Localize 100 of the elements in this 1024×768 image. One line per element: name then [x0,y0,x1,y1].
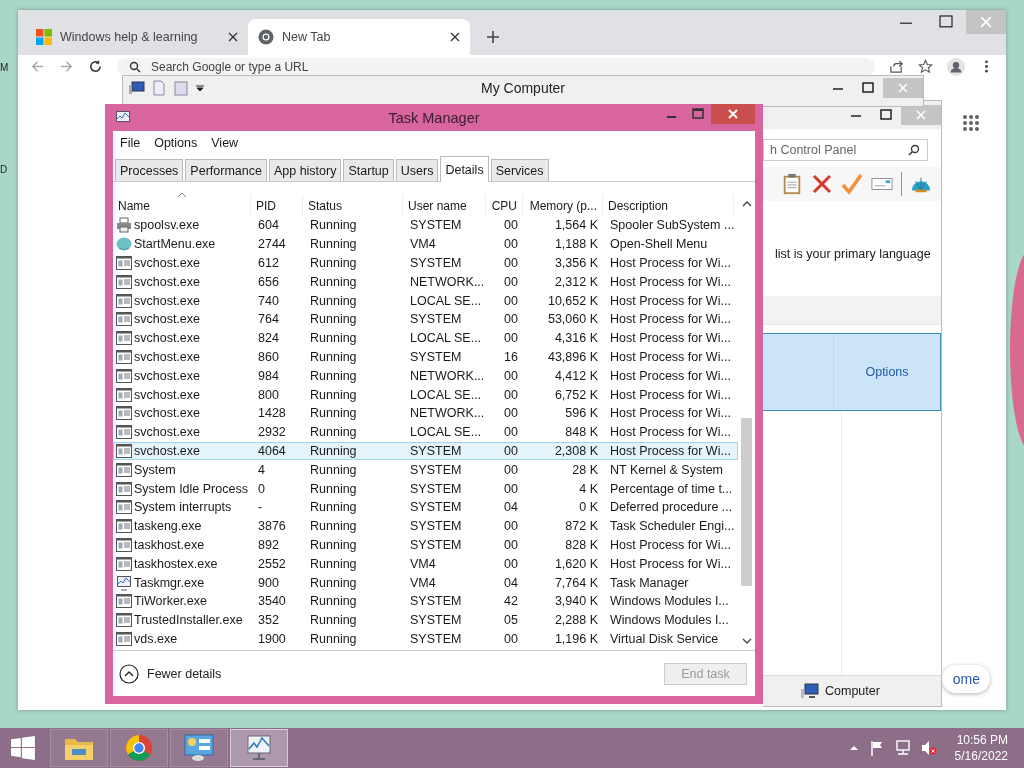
taskbar-button[interactable] [110,729,168,767]
scroll-thumb[interactable] [741,418,752,586]
search-field[interactable]: h Control Panel [763,139,928,161]
customize-button[interactable]: ome [942,665,990,693]
column-header[interactable]: Description [603,195,734,216]
share-icon[interactable] [889,59,904,74]
menu-item[interactable]: View [211,136,239,150]
clock-date[interactable]: 5/16/2022 [954,748,1008,764]
windows-logo-icon[interactable] [10,735,36,761]
process-row[interactable]: svchost.exe 656 Running NETWORK... 00 2,312 K Host Process for Wi... [113,272,738,292]
clock-time[interactable]: 10:56 PM [956,732,1008,748]
table-cell-text: Running [309,274,358,289]
clipboard-icon[interactable] [781,173,803,195]
column-header[interactable]: PID [251,195,303,216]
process-row[interactable]: taskeng.exe 3876 Running SYSTEM 00 872 K Task Scheduler Engi... [113,516,738,536]
table-cell-text: 2,312 K [553,274,599,289]
menu-item[interactable]: File [120,136,141,150]
table-cell-text: Running [309,631,358,646]
process-row[interactable]: StartMenu.exe 2744 Running VM4 00 1,188 K Open-Shell Menu [113,234,738,254]
process-row[interactable]: svchost.exe 612 Running SYSTEM 00 3,356 K Host Process for Wi... [113,253,738,273]
table-cell-text: SYSTEM [409,613,463,628]
column-header[interactable]: User name [403,195,486,216]
volume-muted-icon[interactable] [920,740,937,756]
apps-grid-icon[interactable] [962,114,980,132]
table-cell-text: SYSTEM [409,218,463,233]
tab[interactable]: Users [395,159,439,181]
process-row[interactable]: System Idle Process 0 Running SYSTEM 00 4 K Percentage of time t... [113,479,738,498]
fewer-details-button[interactable]: Fewer details [119,663,222,684]
process-row[interactable]: svchost.exe 4064 Running SYSTEM 00 2,308 K Host Process for Wi... [113,441,738,461]
browser-tab[interactable]: New Tab [248,19,470,55]
computer-icon[interactable] [129,80,145,96]
search-icon [908,144,920,156]
taskbar-button[interactable] [230,729,288,767]
taskbar-button[interactable] [50,729,108,767]
tab[interactable]: Services [490,159,549,181]
profile-icon[interactable] [947,58,965,76]
scroll-down-icon[interactable] [741,637,752,645]
reload-icon[interactable] [88,59,103,74]
process-row[interactable]: System interrupts - Running SYSTEM 04 0 K Deferred procedure ... [113,497,738,517]
checkmark-icon[interactable] [841,173,863,195]
column-header[interactable]: Memory (p... [523,195,603,216]
menu-item[interactable]: Options [154,136,198,150]
caret-icon[interactable] [848,743,859,753]
close-icon[interactable] [450,32,460,42]
table-cell-text: Host Process for Wi... [609,293,732,308]
tab[interactable]: Details [440,156,489,182]
process-row[interactable]: svchost.exe 764 Running SYSTEM 00 53,060 K Host Process for Wi... [113,310,738,329]
scroll-up-icon[interactable] [741,200,752,208]
table-cell-text: 00 [503,293,519,308]
table-cell-text: SYSTEM [409,537,463,552]
column-header[interactable]: Status [303,195,403,216]
window-title: My Computer [481,80,565,96]
table-cell-text: 10,652 K [546,293,599,308]
flag-icon[interactable] [868,740,885,756]
process-row[interactable]: svchost.exe 740 Running LOCAL SE... 00 10,652 K Host Process for Wi... [113,291,738,310]
star-icon[interactable] [918,59,933,74]
process-row[interactable]: svchost.exe 800 Running LOCAL SE... 00 6,752 K Host Process for Wi... [113,385,738,404]
table-cell: taskhostex.exe [134,556,218,571]
table-cell-text: 1,196 K [553,631,599,646]
close-icon[interactable] [228,32,238,42]
process-row[interactable]: taskhost.exe 892 Running SYSTEM 00 828 K Host Process for Wi... [113,535,738,555]
table-cell-text: Virtual Disk Service [609,631,720,646]
table-cell-text: 656 [257,274,280,289]
process-row[interactable]: svchost.exe 824 Running LOCAL SE... 00 4,316 K Host Process for Wi... [113,328,738,348]
process-row[interactable]: TrustedInstaller.exe 352 Running SYSTEM 05 2,288 K Windows Modules I... [113,610,738,630]
table-cell-text: Running [309,312,358,327]
process-row[interactable]: svchost.exe 860 Running SYSTEM 16 43,896 K Host Process for Wi... [113,347,738,367]
process-row[interactable]: svchost.exe 984 Running NETWORK... 00 4,412 K Host Process for Wi... [113,366,738,386]
process-row[interactable]: vds.exe 1900 Running SYSTEM 00 1,196 K Virtual Disk Service [113,629,738,649]
table-cell-text: Host Process for Wi... [609,274,732,289]
taskbar-button[interactable] [170,729,228,767]
column-header[interactable]: CPU [486,195,523,216]
process-row[interactable]: Taskmgr.exe 900 Running VM4 04 7,764 K Task Manager [113,573,738,592]
table-cell: System [134,462,176,477]
new-tab-icon[interactable] [486,30,500,44]
network-icon[interactable] [894,740,911,756]
desktop-label: D [0,164,8,175]
table-cell-text: SYSTEM [409,256,463,270]
tab[interactable]: Processes [115,159,184,181]
table-cell-text: Running [309,218,358,233]
process-row[interactable]: TiWorker.exe 3540 Running SYSTEM 42 3,940 K Windows Modules I... [113,591,738,611]
process-row[interactable]: System 4 Running SYSTEM 00 28 K NT Kernel & System [113,460,738,480]
shell-icon [116,236,132,253]
delete-icon[interactable] [811,173,833,195]
address-field[interactable]: Search Google or type a URL [117,58,875,76]
process-row[interactable]: spoolsv.exe 604 Running SYSTEM 00 1,564 K Spooler SubSystem ... [113,216,738,235]
tab[interactable]: Startup [343,159,394,181]
tab[interactable]: App history [268,159,342,181]
back-icon[interactable] [30,59,45,74]
table-cell-text: Running [309,406,358,421]
process-row[interactable]: svchost.exe 2932 Running LOCAL SE... 00 848 K Host Process for Wi... [113,422,738,442]
process-row[interactable]: svchost.exe 1428 Running NETWORK... 00 596 K Host Process for Wi... [113,403,738,423]
process-row[interactable]: taskhostex.exe 2552 Running VM4 00 1,620 K Host Process for Wi... [113,554,738,574]
table-cell: TrustedInstaller.exe [134,613,243,628]
table-cell-text: Host Process for Wi... [609,537,732,552]
table-cell-text: VM4 [409,575,437,590]
forward-icon[interactable] [59,59,74,74]
column-header[interactable]: Name [113,195,251,216]
dropdown-icon[interactable] [195,83,205,93]
tab[interactable]: Performance [185,159,267,181]
